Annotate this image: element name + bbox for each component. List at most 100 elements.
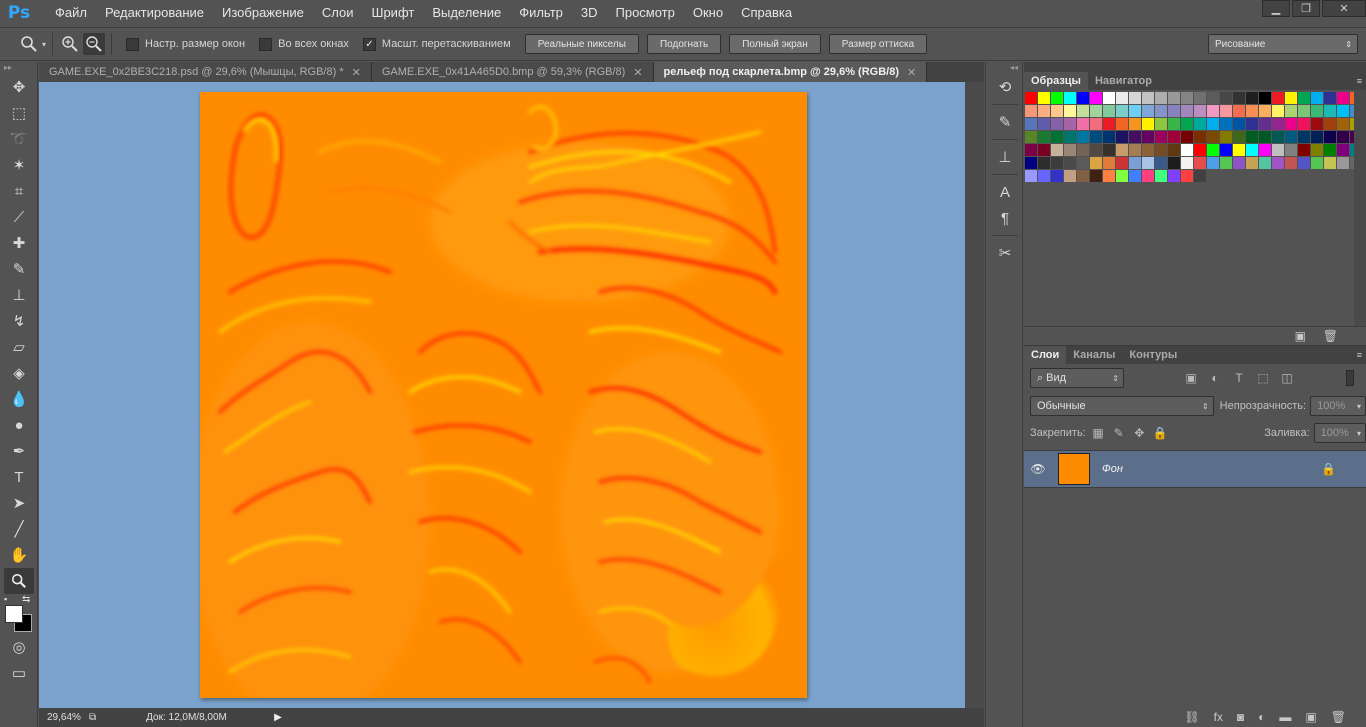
color-swatch[interactable] (1038, 157, 1050, 169)
close-tab-icon[interactable]: ✕ (633, 66, 642, 79)
new-group-icon[interactable]: ▬ (1279, 710, 1291, 724)
color-swatch[interactable] (1025, 118, 1037, 130)
menu-window[interactable]: Окно (684, 0, 732, 26)
color-swatch[interactable] (1259, 144, 1271, 156)
zoom-out-icon[interactable] (83, 33, 106, 55)
vertical-scrollbar[interactable] (965, 82, 984, 708)
color-swatch[interactable] (1090, 105, 1102, 117)
color-swatch[interactable] (1129, 105, 1141, 117)
color-swatch[interactable] (1220, 105, 1232, 117)
color-swatch[interactable] (1155, 105, 1167, 117)
close-tab-icon[interactable]: ✕ (352, 66, 361, 79)
dodge-tool-icon[interactable]: ● (0, 412, 38, 438)
color-swatch[interactable] (1233, 105, 1245, 117)
color-swatch[interactable] (1168, 118, 1180, 130)
color-swatch[interactable] (1142, 131, 1154, 143)
layer-name[interactable]: Фон (1102, 463, 1123, 475)
color-swatch[interactable] (1025, 92, 1037, 104)
clone-stamp-tool-icon[interactable]: ⊥ (0, 282, 38, 308)
color-swatch[interactable] (1155, 92, 1167, 104)
color-swatch[interactable] (1103, 118, 1115, 130)
trash-icon[interactable]: 🗑 (1331, 710, 1346, 724)
color-swatch[interactable] (1181, 170, 1193, 182)
history-panel-icon[interactable]: ⟲ (986, 74, 1024, 100)
color-swatch[interactable] (1220, 92, 1232, 104)
clone-source-panel-icon[interactable]: ⊥ (986, 144, 1024, 170)
hand-tool-icon[interactable]: ✋ (0, 542, 38, 568)
color-swatch[interactable] (1129, 118, 1141, 130)
color-swatch[interactable] (1064, 118, 1076, 130)
color-swatch[interactable] (1116, 105, 1128, 117)
color-swatch[interactable] (1207, 118, 1219, 130)
color-swatch[interactable] (1077, 170, 1089, 182)
color-swatch[interactable] (1025, 105, 1037, 117)
brush-panel-icon[interactable]: ✎ (986, 109, 1024, 135)
scrubby-zoom-checkbox[interactable]: ✓ Масшт. перетаскиванием (362, 37, 511, 51)
eraser-tool-icon[interactable]: ▱ (0, 334, 38, 360)
color-swatch[interactable] (1181, 131, 1193, 143)
color-swatch[interactable] (1064, 144, 1076, 156)
menu-file[interactable]: Файл (46, 0, 96, 26)
filter-shape-icon[interactable]: ⬚ (1254, 369, 1272, 387)
color-swatch[interactable] (1168, 92, 1180, 104)
zoom-level[interactable]: 29,64% (39, 712, 89, 723)
color-swatch[interactable] (1324, 105, 1336, 117)
paragraph-panel-icon[interactable]: ¶ (986, 205, 1024, 231)
color-swatch[interactable] (1103, 92, 1115, 104)
color-swatch[interactable] (1181, 144, 1193, 156)
menu-3d[interactable]: 3D (572, 0, 607, 26)
color-swatch[interactable] (1220, 144, 1232, 156)
magic-wand-tool-icon[interactable]: ✶ (0, 152, 38, 178)
menu-image[interactable]: Изображение (213, 0, 313, 26)
color-swatch[interactable] (1181, 157, 1193, 169)
color-swatch[interactable] (1207, 157, 1219, 169)
lock-pixels-icon[interactable]: ✎ (1110, 424, 1127, 442)
color-swatch[interactable] (1298, 157, 1310, 169)
color-swatches[interactable]: ▪ ⇆ (0, 594, 37, 634)
color-swatch[interactable] (1233, 157, 1245, 169)
color-swatch[interactable] (1077, 118, 1089, 130)
color-swatch[interactable] (1129, 131, 1141, 143)
color-swatch[interactable] (1025, 144, 1037, 156)
color-swatch[interactable] (1324, 157, 1336, 169)
document-canvas[interactable] (200, 92, 807, 698)
brush-tool-icon[interactable]: ✎ (0, 256, 38, 282)
color-swatch[interactable] (1194, 157, 1206, 169)
color-swatch[interactable] (1038, 131, 1050, 143)
color-swatch[interactable] (1103, 105, 1115, 117)
marquee-tool-icon[interactable]: ⬚ (0, 100, 38, 126)
doc-tab[interactable]: GAME.EXE_0x41A465D0.bmp @ 59,3% (RGB/8) ✕ (371, 62, 654, 82)
tool-presets-panel-icon[interactable]: ✂ (986, 240, 1024, 266)
color-swatch[interactable] (1311, 92, 1323, 104)
color-swatch[interactable] (1038, 118, 1050, 130)
zoom-tool-icon[interactable] (4, 568, 34, 594)
type-tool-icon[interactable]: T (0, 464, 38, 490)
foreground-color-swatch[interactable] (5, 605, 23, 623)
canvas-area[interactable] (39, 82, 965, 708)
color-swatch[interactable] (1090, 170, 1102, 182)
color-swatch[interactable] (1051, 105, 1063, 117)
workspace-select[interactable]: Рисование ⇕ (1208, 34, 1358, 54)
tab-channels[interactable]: Каналы (1066, 346, 1122, 364)
color-swatch[interactable] (1077, 92, 1089, 104)
character-panel-icon[interactable]: A (986, 179, 1024, 205)
lock-all-icon[interactable]: 🔒 (1152, 424, 1169, 442)
color-swatch[interactable] (1129, 92, 1141, 104)
color-swatch[interactable] (1051, 157, 1063, 169)
layer-filter-select[interactable]: ⌕ Вид ⇕ (1030, 368, 1124, 388)
zoom-in-icon[interactable] (59, 33, 81, 55)
color-swatch[interactable] (1259, 92, 1271, 104)
color-swatch[interactable] (1064, 105, 1076, 117)
color-swatch[interactable] (1051, 131, 1063, 143)
color-swatch[interactable] (1259, 118, 1271, 130)
color-swatch[interactable] (1246, 144, 1258, 156)
tab-layers[interactable]: Слои (1024, 346, 1067, 364)
color-swatch[interactable] (1181, 92, 1193, 104)
color-swatch[interactable] (1194, 144, 1206, 156)
color-swatch[interactable] (1311, 157, 1323, 169)
color-swatch[interactable] (1181, 118, 1193, 130)
color-swatch[interactable] (1220, 131, 1232, 143)
path-selection-tool-icon[interactable]: ➤ (0, 490, 38, 516)
color-swatch[interactable] (1155, 131, 1167, 143)
color-swatch[interactable] (1038, 105, 1050, 117)
